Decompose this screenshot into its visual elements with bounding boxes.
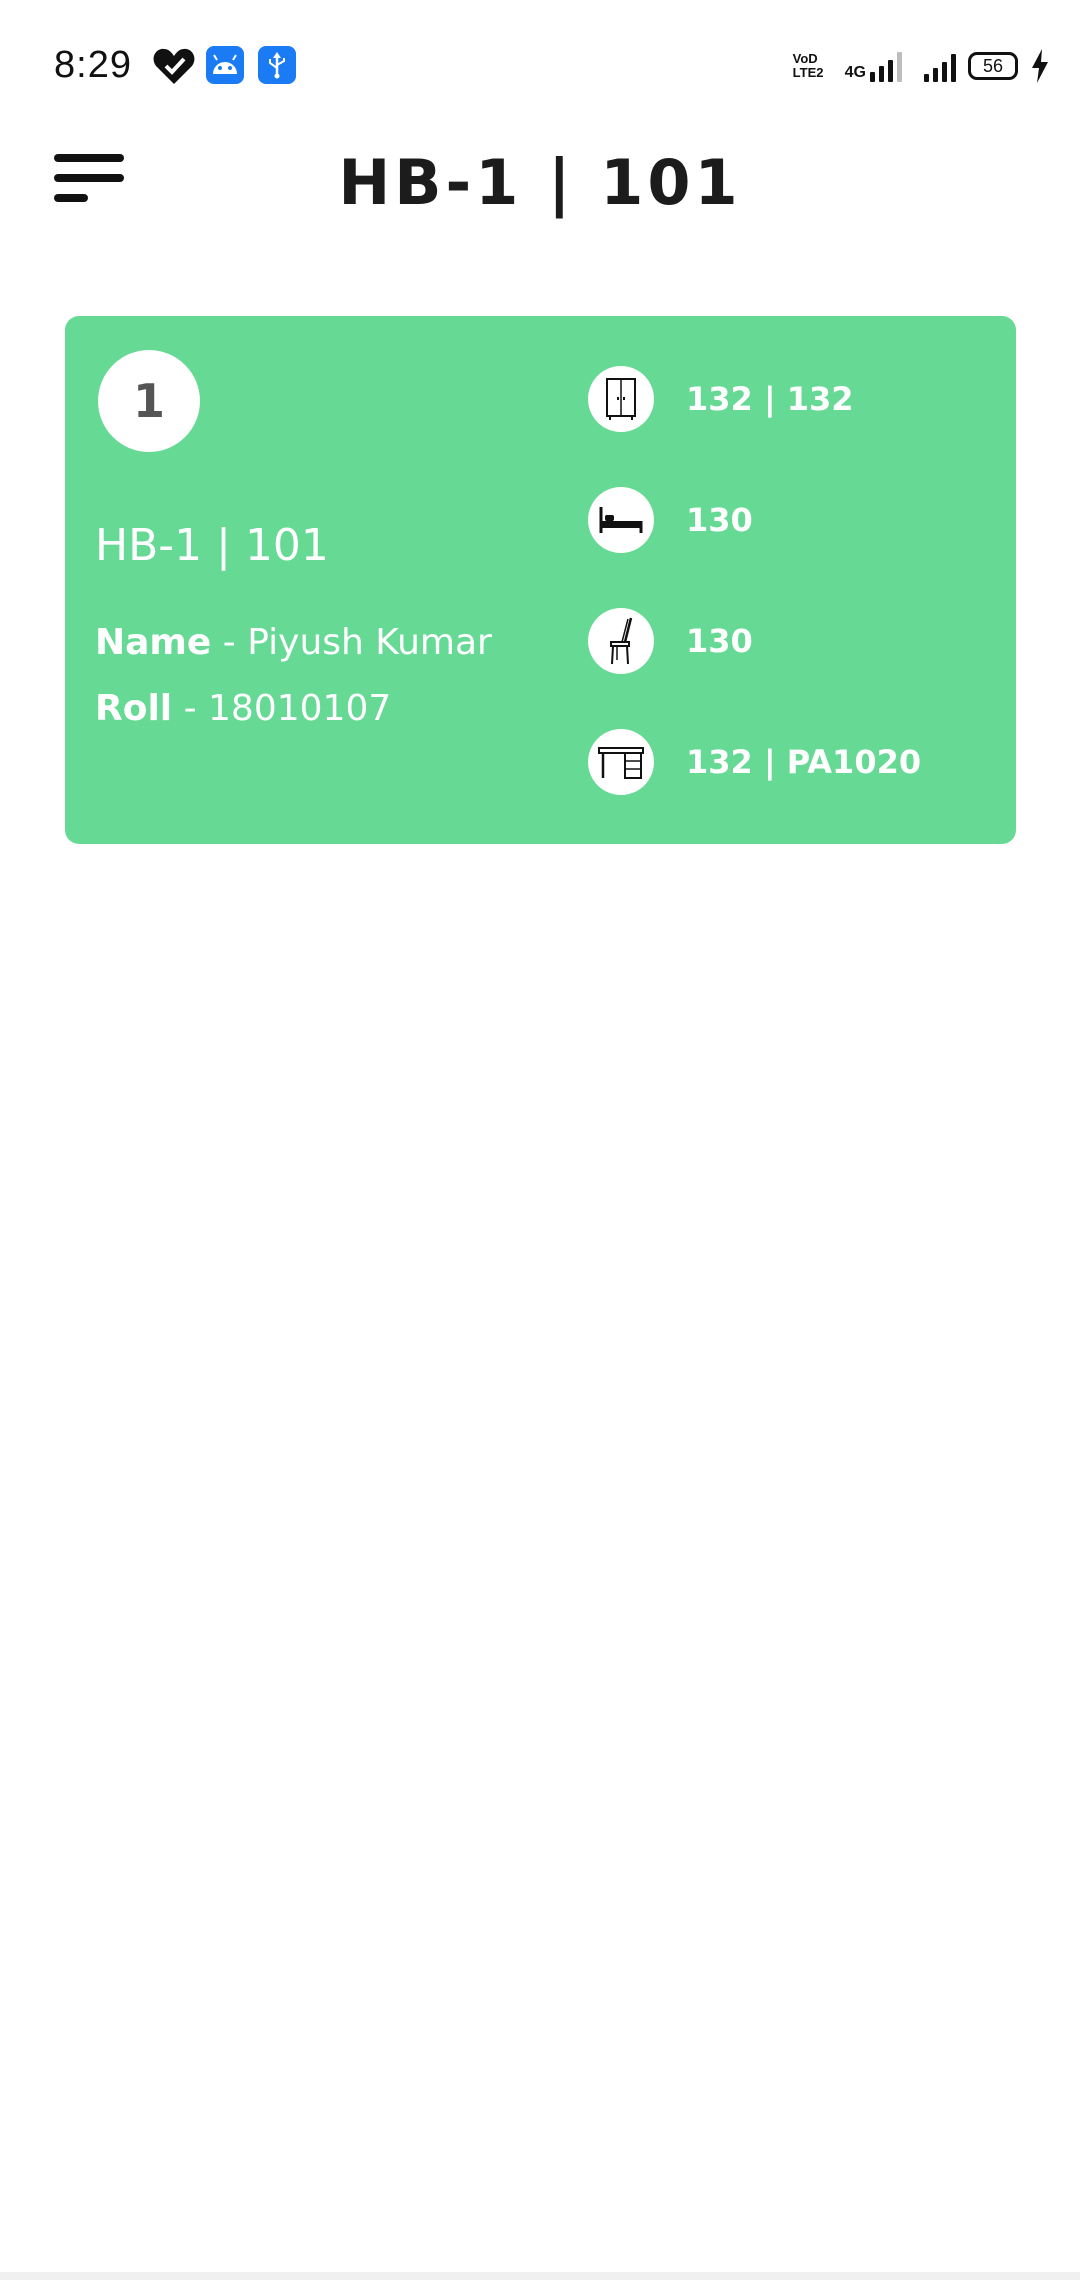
status-right-group: VoD LTE2 4G 56 xyxy=(793,46,1050,86)
navigation-bar xyxy=(0,2272,1080,2280)
wardrobe-icon xyxy=(588,366,654,432)
name-value: - Piyush Kumar xyxy=(211,622,492,663)
page-title: HB-1 | 101 xyxy=(338,146,742,219)
student-roll: Roll - 18010107 xyxy=(95,688,391,729)
battery-level: 56 xyxy=(982,55,1004,76)
asset-wardrobe: 132 | 132 xyxy=(588,366,854,432)
screen: 8:29 VoD LTE2 4G 56 HB-1 | 101 1 HB-1 | … xyxy=(0,0,1080,2280)
room-index-badge: 1 xyxy=(98,350,200,452)
roll-value: - 18010107 xyxy=(172,688,392,729)
wardrobe-value: 132 | 132 xyxy=(686,380,854,418)
roll-label: Roll xyxy=(95,688,173,729)
health-heart-icon xyxy=(153,48,195,84)
usb-icon xyxy=(258,46,296,84)
charging-bolt-icon xyxy=(1032,49,1048,83)
network-type: 4G xyxy=(844,64,866,81)
signal-icon xyxy=(924,50,956,82)
name-label: Name xyxy=(95,622,212,663)
chair-value: 130 xyxy=(686,622,753,660)
desk-icon xyxy=(588,729,654,795)
android-icon xyxy=(206,46,244,84)
asset-desk: 132 | PA1020 xyxy=(588,729,921,795)
status-time: 8:29 xyxy=(54,44,132,86)
status-bar: 8:29 VoD LTE2 4G 56 xyxy=(0,0,1080,130)
signal-4g-icon: 4G xyxy=(845,50,902,82)
chair-icon xyxy=(588,608,654,674)
room-card[interactable]: 1 HB-1 | 101 Name - Piyush Kumar Roll - … xyxy=(65,316,1016,844)
asset-bed: 130 xyxy=(588,487,753,553)
volte-icon: VoD LTE2 xyxy=(792,51,824,80)
student-name: Name - Piyush Kumar xyxy=(95,622,492,663)
asset-chair: 130 xyxy=(588,608,753,674)
room-label: HB-1 | 101 xyxy=(95,520,329,571)
bed-icon xyxy=(588,487,654,553)
desk-value: 132 | PA1020 xyxy=(686,743,922,781)
bed-value: 130 xyxy=(686,501,753,539)
battery-icon: 56 xyxy=(968,52,1018,80)
